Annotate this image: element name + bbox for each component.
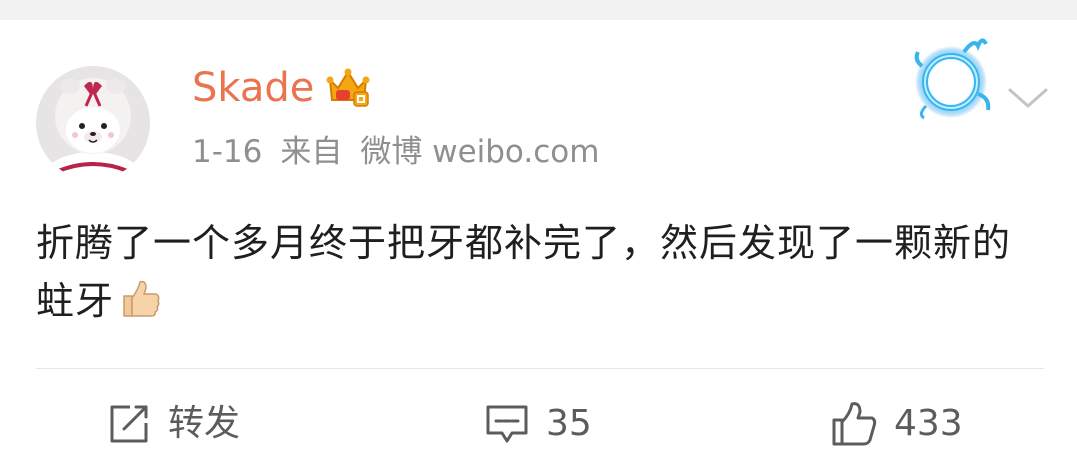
post-date: 1-16 <box>192 134 263 170</box>
chevron-down-icon[interactable] <box>1004 74 1052 122</box>
crown-vip-icon[interactable] <box>326 66 370 108</box>
post-body-text: 折腾了一个多月终于把牙都补完了，然后发现了一颗新的蛀牙 <box>36 221 1012 323</box>
username[interactable]: Skade <box>192 64 314 112</box>
divider <box>36 368 1044 369</box>
like-count: 433 <box>894 403 963 444</box>
weibo-post-card: Skade 1-16 来自 微博 weibo.com 折腾了一个多月终于把牙都补… <box>0 20 1077 461</box>
comment-icon <box>484 401 530 447</box>
avatar[interactable] <box>36 66 150 180</box>
repost-label: 转发 <box>168 403 241 444</box>
source-prefix: 来自 <box>280 134 343 170</box>
thumbs-up-icon <box>118 276 162 320</box>
post-meta: 1-16 来自 微博 weibo.com <box>192 132 599 172</box>
like-button[interactable]: 433 <box>830 400 963 448</box>
comment-count: 35 <box>546 403 592 444</box>
blue-fire-ring-icon <box>908 32 994 122</box>
comment-button[interactable]: 35 <box>484 400 592 448</box>
post-text[interactable]: 折腾了一个多月终于把牙都补完了，然后发现了一颗新的蛀牙 <box>36 214 1026 330</box>
source-app[interactable]: 微博 weibo.com <box>360 134 599 170</box>
top-divider-strip <box>0 0 1077 20</box>
share-icon <box>106 401 152 447</box>
thumbs-up-outline-icon <box>830 400 878 448</box>
repost-button[interactable]: 转发 <box>106 400 240 448</box>
